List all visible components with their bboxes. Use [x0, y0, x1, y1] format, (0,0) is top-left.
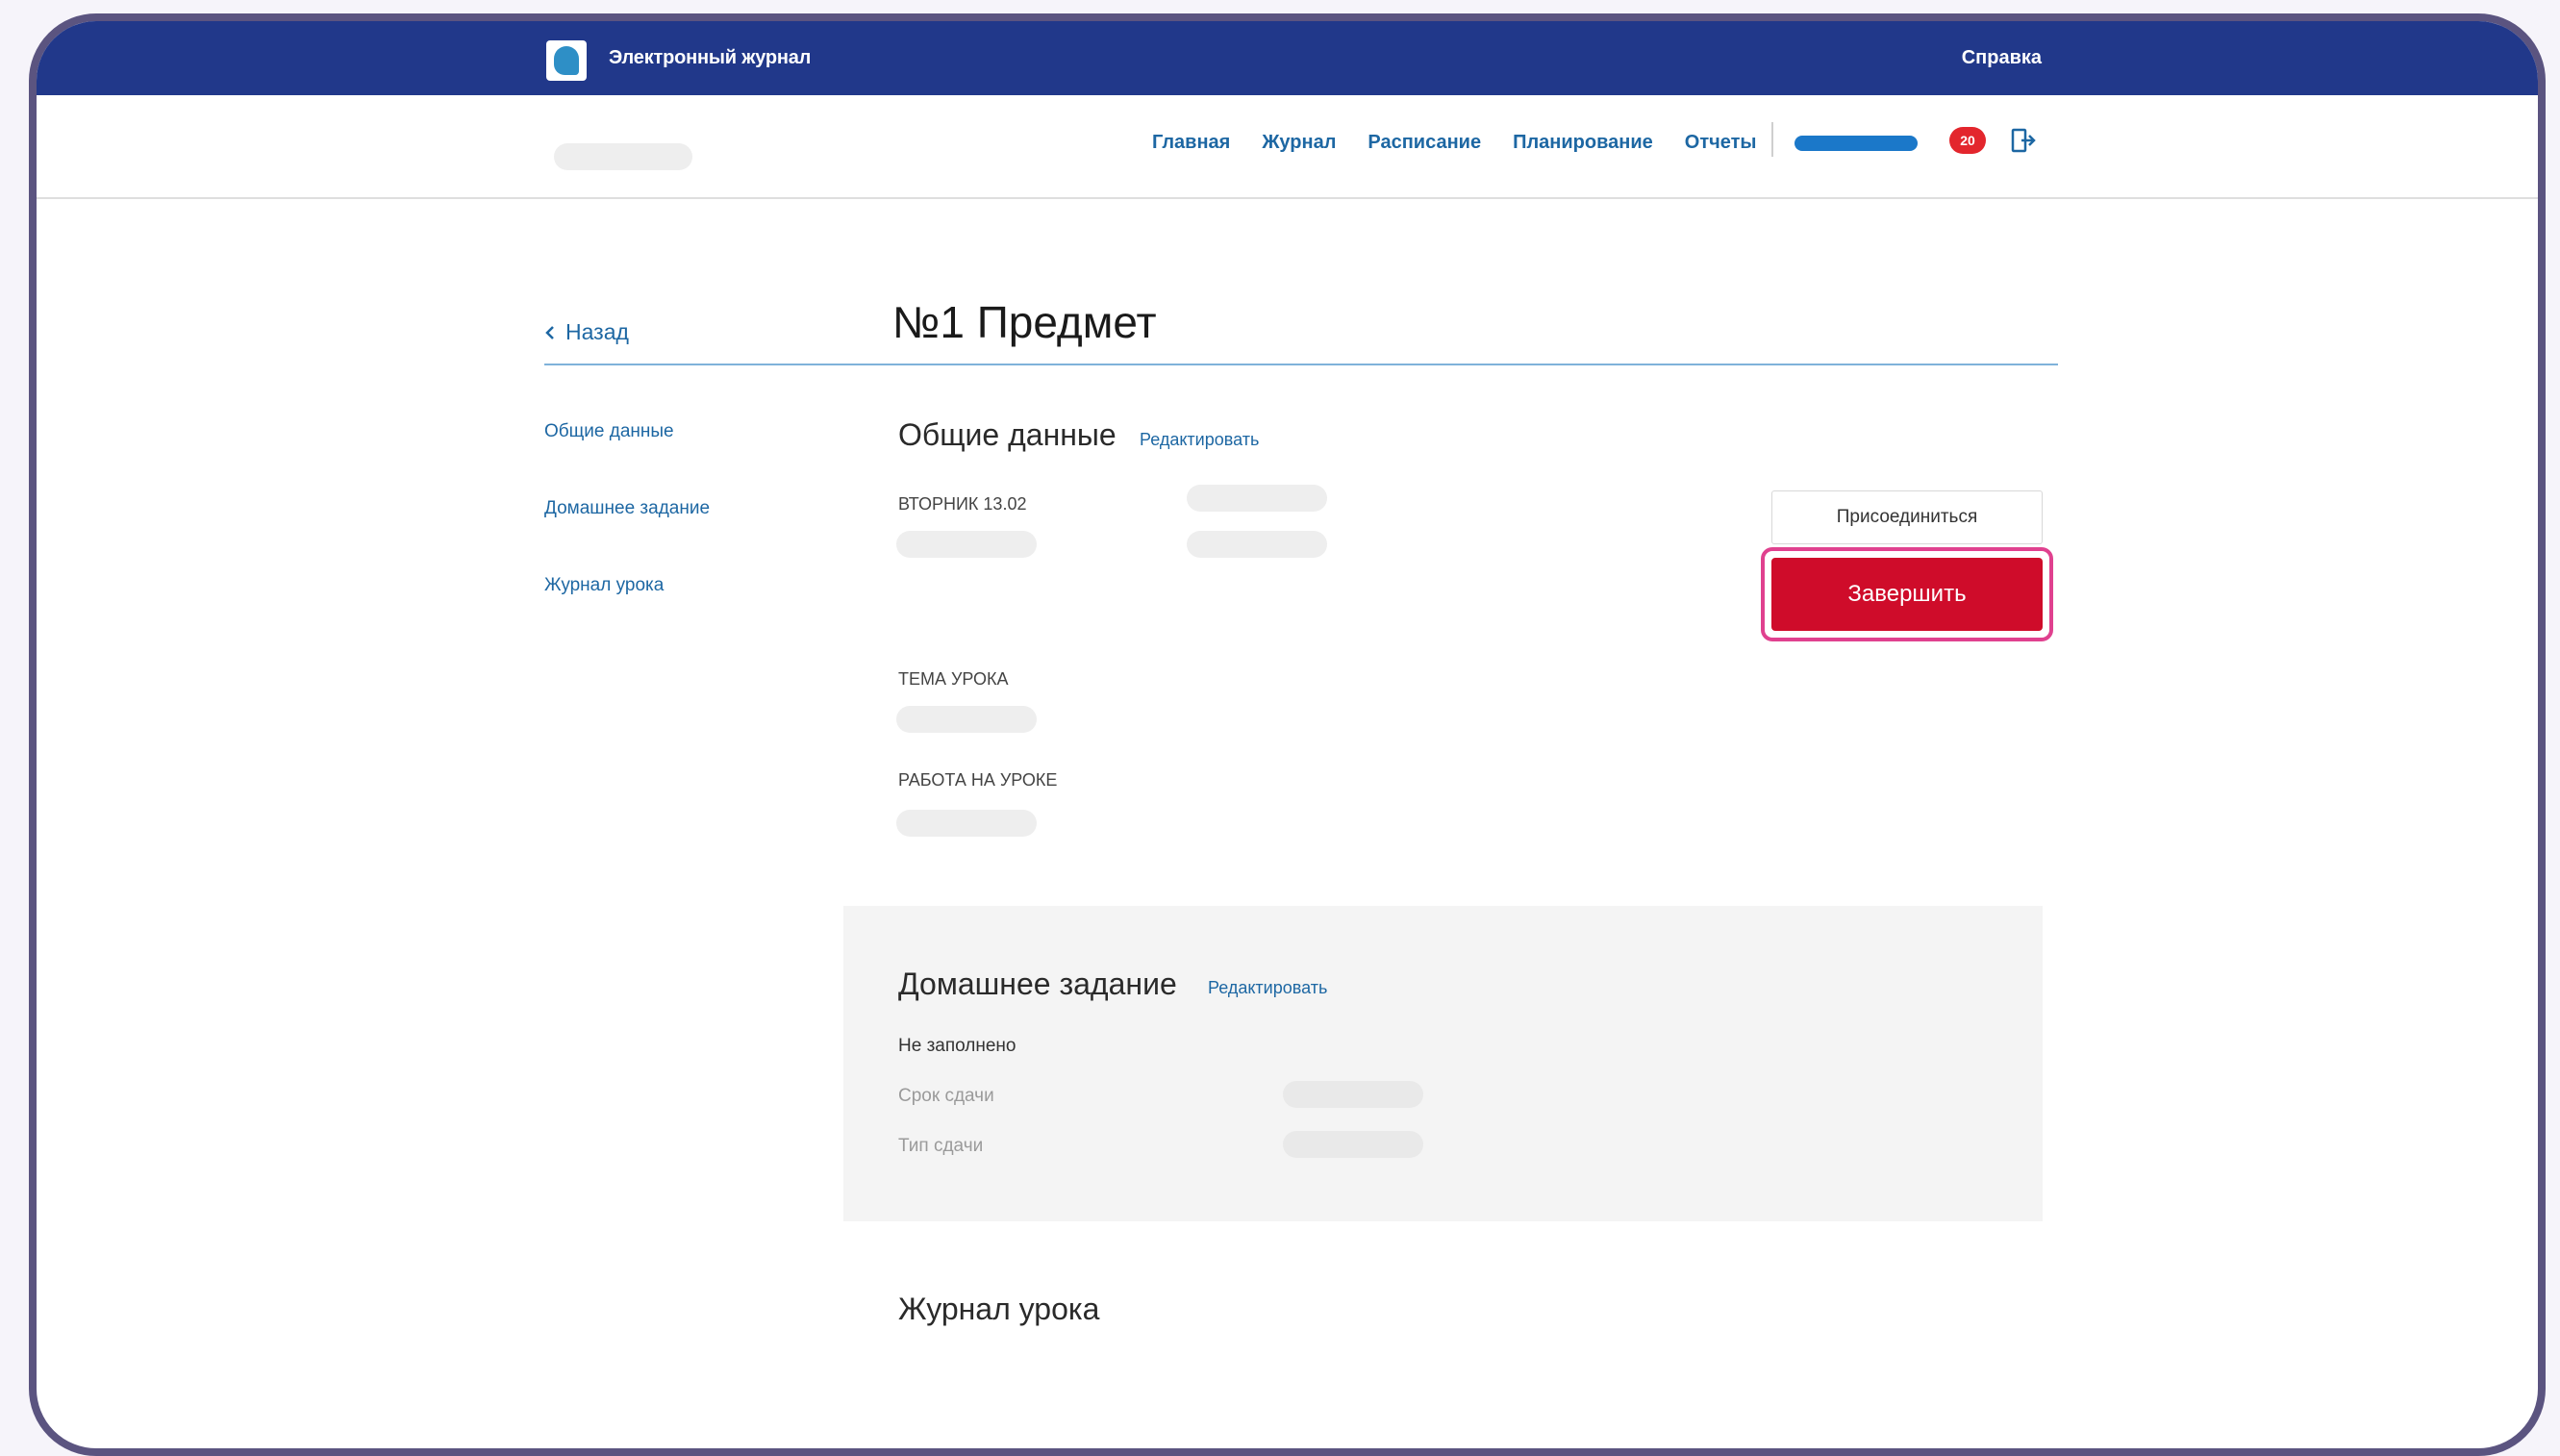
- lesson-date-label: ВТОРНИК 13.02: [898, 494, 1027, 514]
- join-button[interactable]: Присоединиться: [1771, 490, 2043, 544]
- deadline-label: Срок сдачи: [898, 1086, 994, 1106]
- finish-button[interactable]: Завершить: [1771, 558, 2043, 631]
- nav-item-schedule[interactable]: Расписание: [1368, 132, 1481, 154]
- back-link-label: Назад: [565, 319, 629, 344]
- nav-item-home[interactable]: Главная: [1152, 132, 1230, 154]
- user-name-pill[interactable]: [1795, 136, 1918, 151]
- class-placeholder: [1187, 485, 1327, 512]
- deadline-placeholder: [1283, 1081, 1423, 1108]
- classwork-label: РАБОТА НА УРОКЕ: [898, 770, 1058, 790]
- classwork-placeholder: [896, 810, 1037, 837]
- help-link[interactable]: Справка: [1962, 47, 2042, 69]
- school-name-placeholder: [554, 143, 692, 170]
- room-placeholder: [1187, 531, 1327, 558]
- lesson-topic-placeholder: [896, 706, 1037, 733]
- submission-type-placeholder: [1283, 1131, 1423, 1158]
- section-sidebar: Общие данные Домашнее задание Журнал уро…: [544, 421, 710, 652]
- nav-item-journal[interactable]: Журнал: [1262, 132, 1336, 154]
- back-link[interactable]: Назад: [544, 319, 629, 345]
- notifications-badge[interactable]: 20: [1949, 127, 1986, 154]
- page-title: №1 Предмет: [892, 297, 1157, 347]
- window-frame: Электронный журнал Справка Главная Журна…: [29, 13, 2546, 1456]
- lesson-topic-label: ТЕМА УРОКА: [898, 669, 1009, 689]
- journal-logo-icon[interactable]: [546, 40, 587, 81]
- top-bar: Электронный журнал Справка: [37, 21, 2538, 95]
- app-title: Электронный журнал: [609, 47, 812, 68]
- sidebar-item-lesson-log[interactable]: Журнал урока: [544, 575, 710, 652]
- homework-edit-link[interactable]: Редактировать: [1208, 978, 1327, 998]
- nav-item-reports[interactable]: Отчеты: [1685, 132, 1757, 154]
- homework-status: Не заполнено: [898, 1036, 1016, 1056]
- nav-item-planning[interactable]: Планирование: [1513, 132, 1653, 154]
- sidebar-item-homework[interactable]: Домашнее задание: [544, 498, 710, 575]
- general-section-title: Общие данные: [898, 417, 1117, 452]
- sidebar-item-general[interactable]: Общие данные: [544, 421, 710, 498]
- title-divider: [544, 364, 2058, 365]
- homework-panel: [843, 906, 2043, 1221]
- general-edit-link[interactable]: Редактировать: [1140, 430, 1259, 450]
- main-nav: Главная Журнал Расписание Планирование О…: [1152, 132, 1788, 154]
- time-placeholder: [896, 531, 1037, 558]
- submission-type-label: Тип сдачи: [898, 1136, 984, 1156]
- logo-mark: [554, 46, 579, 75]
- chevron-left-icon: [545, 325, 554, 339]
- homework-section-title: Домашнее задание: [898, 966, 1177, 1001]
- lesson-log-section-title: Журнал урока: [898, 1292, 1100, 1326]
- nav-divider: [1771, 122, 1773, 157]
- logout-icon[interactable]: [2011, 127, 2036, 154]
- main-nav-bar: Главная Журнал Расписание Планирование О…: [37, 95, 2538, 199]
